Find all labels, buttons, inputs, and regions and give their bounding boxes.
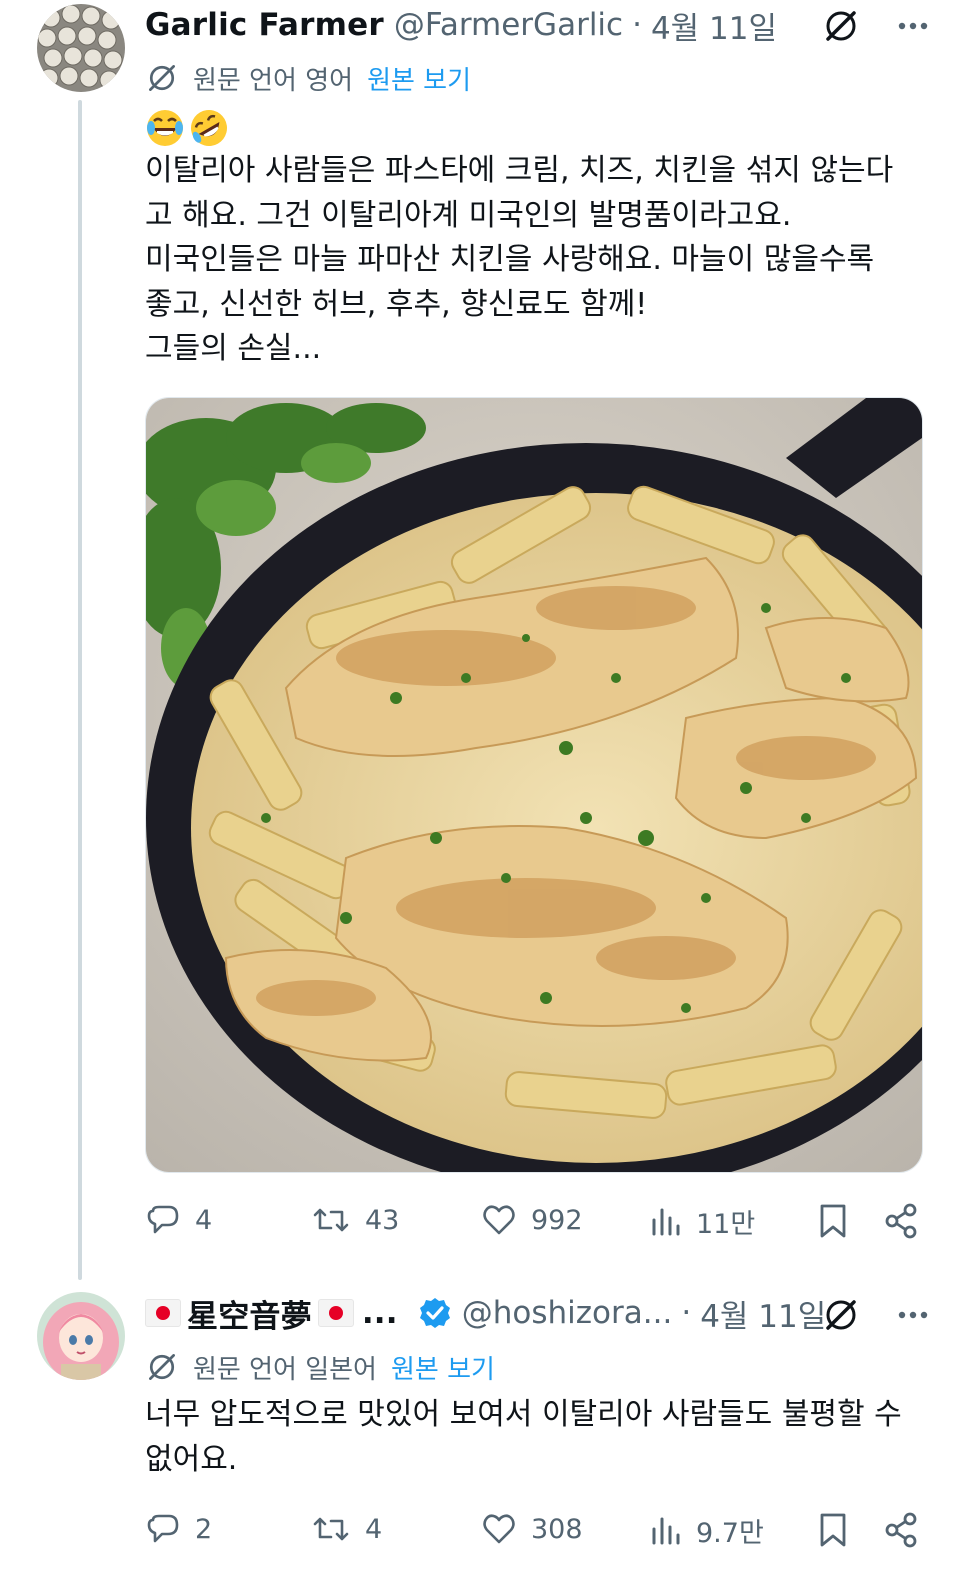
views-icon [652,1517,680,1544]
avatar[interactable] [37,4,125,92]
reply-button[interactable]: 2 [145,1511,212,1547]
share-button[interactable] [883,1511,933,1549]
heart-icon [483,1205,515,1235]
share-button[interactable] [883,1202,933,1240]
reply-icon [147,1514,179,1543]
views-button[interactable]: 11만 [650,1202,755,1241]
post-text-line: 너무 압도적으로 맛있어 보여서 이탈리아 사람들도 불평할 수 [145,1397,902,1432]
reply-icon [147,1205,179,1234]
post-actions: 2 4 308 9.7만 [145,1511,920,1551]
repost-count: 43 [365,1204,400,1236]
translation-language: 원문 언어 영어 [193,65,354,96]
more-options-icon[interactable] [896,9,930,47]
post-date[interactable]: 4월 11일 [700,1291,826,1336]
view-count: 9.7만 [696,1518,764,1549]
like-button[interactable]: 992 [481,1202,583,1238]
name-truncation: ... [361,1295,398,1331]
translate-icon [145,1350,179,1384]
post-text: 이탈리아 사람들은 파스타에 크림, 치즈, 치킨을 섞지 않는다 고 해요. … [145,149,893,372]
views-button[interactable]: 9.7만 [650,1511,764,1550]
post-header: Garlic Farmer @FarmerGarlic · 4월 11일 [145,3,777,48]
avatar[interactable] [37,1292,125,1380]
share-icon [885,1512,917,1548]
translation-notice: 원문 언어 일본어 원본 보기 [145,1349,495,1385]
post-image[interactable] [145,397,923,1173]
show-original-link[interactable]: 원본 보기 [391,1349,495,1386]
more-options-icon[interactable] [896,1298,930,1336]
separator-dot: · [632,7,642,43]
emoji-row [145,108,229,152]
bookmark-icon [820,1204,846,1238]
like-count: 992 [531,1204,583,1236]
reply-count: 4 [195,1204,213,1236]
post-text-line: 그들의 손실... [145,331,322,366]
japan-flag-icon [317,1299,354,1327]
display-name[interactable]: 星空音夢 [187,1291,312,1336]
bookmark-button[interactable] [817,1202,863,1240]
repost-count: 4 [365,1513,383,1545]
show-original-link[interactable]: 원본 보기 [367,60,471,97]
repost-button[interactable]: 4 [311,1511,382,1547]
post-actions: 4 43 992 11만 [145,1202,920,1242]
post-header-icons [822,7,930,49]
post-text-line: 이탈리아 사람들은 파스타에 크림, 치즈, 치킨을 섞지 않는다 [145,153,894,188]
bookmark-icon [820,1513,846,1547]
user-handle[interactable]: @hoshizora... [462,1295,673,1331]
post-date[interactable]: 4월 11일 [651,3,777,48]
face-with-tears-of-joy-icon [145,108,185,152]
grok-icon[interactable] [822,1296,860,1338]
display-name[interactable]: Garlic Farmer [145,7,384,43]
grok-icon[interactable] [822,7,860,49]
post-header-icons [822,1296,930,1338]
post-text-line: 고 해요. 그건 이탈리아계 미국인의 발명품이라고요. [145,197,792,233]
post-text-line: 미국인들은 마늘 파마산 치킨을 사랑해요. 마늘이 많을수록 [145,242,875,277]
thread-connector-line [78,100,82,1280]
repost-button[interactable]: 43 [311,1202,399,1238]
rolling-on-the-floor-laughing-icon [189,108,229,152]
post-text: 너무 압도적으로 맛있어 보여서 이탈리아 사람들도 불평할 수 없어요. [145,1393,902,1482]
share-icon [885,1203,917,1239]
reply-button[interactable]: 4 [145,1202,212,1238]
translate-icon [145,61,179,95]
bookmark-button[interactable] [817,1511,863,1549]
views-icon [652,1208,680,1235]
japan-flag-icon [145,1299,181,1327]
heart-icon [483,1514,515,1544]
reply-count: 2 [195,1513,213,1545]
post-text-line: 좋고, 신선한 허브, 후추, 향신료도 함께! [145,286,648,322]
translation-notice: 원문 언어 영어 원본 보기 [145,60,471,96]
translation-language: 원문 언어 일본어 [193,1354,377,1385]
separator-dot: · [681,1295,692,1331]
user-handle[interactable]: @FarmerGarlic [394,7,623,43]
post-text-line: 없어요. [145,1441,238,1477]
repost-icon [313,1517,349,1541]
like-count: 308 [531,1513,583,1545]
repost-icon [313,1208,349,1232]
verified-badge-icon [418,1296,452,1330]
post-header: 星空音夢 ... @hoshizora... · 4월 11일 [145,1291,826,1336]
like-button[interactable]: 308 [481,1511,583,1547]
view-count: 11만 [696,1209,756,1240]
